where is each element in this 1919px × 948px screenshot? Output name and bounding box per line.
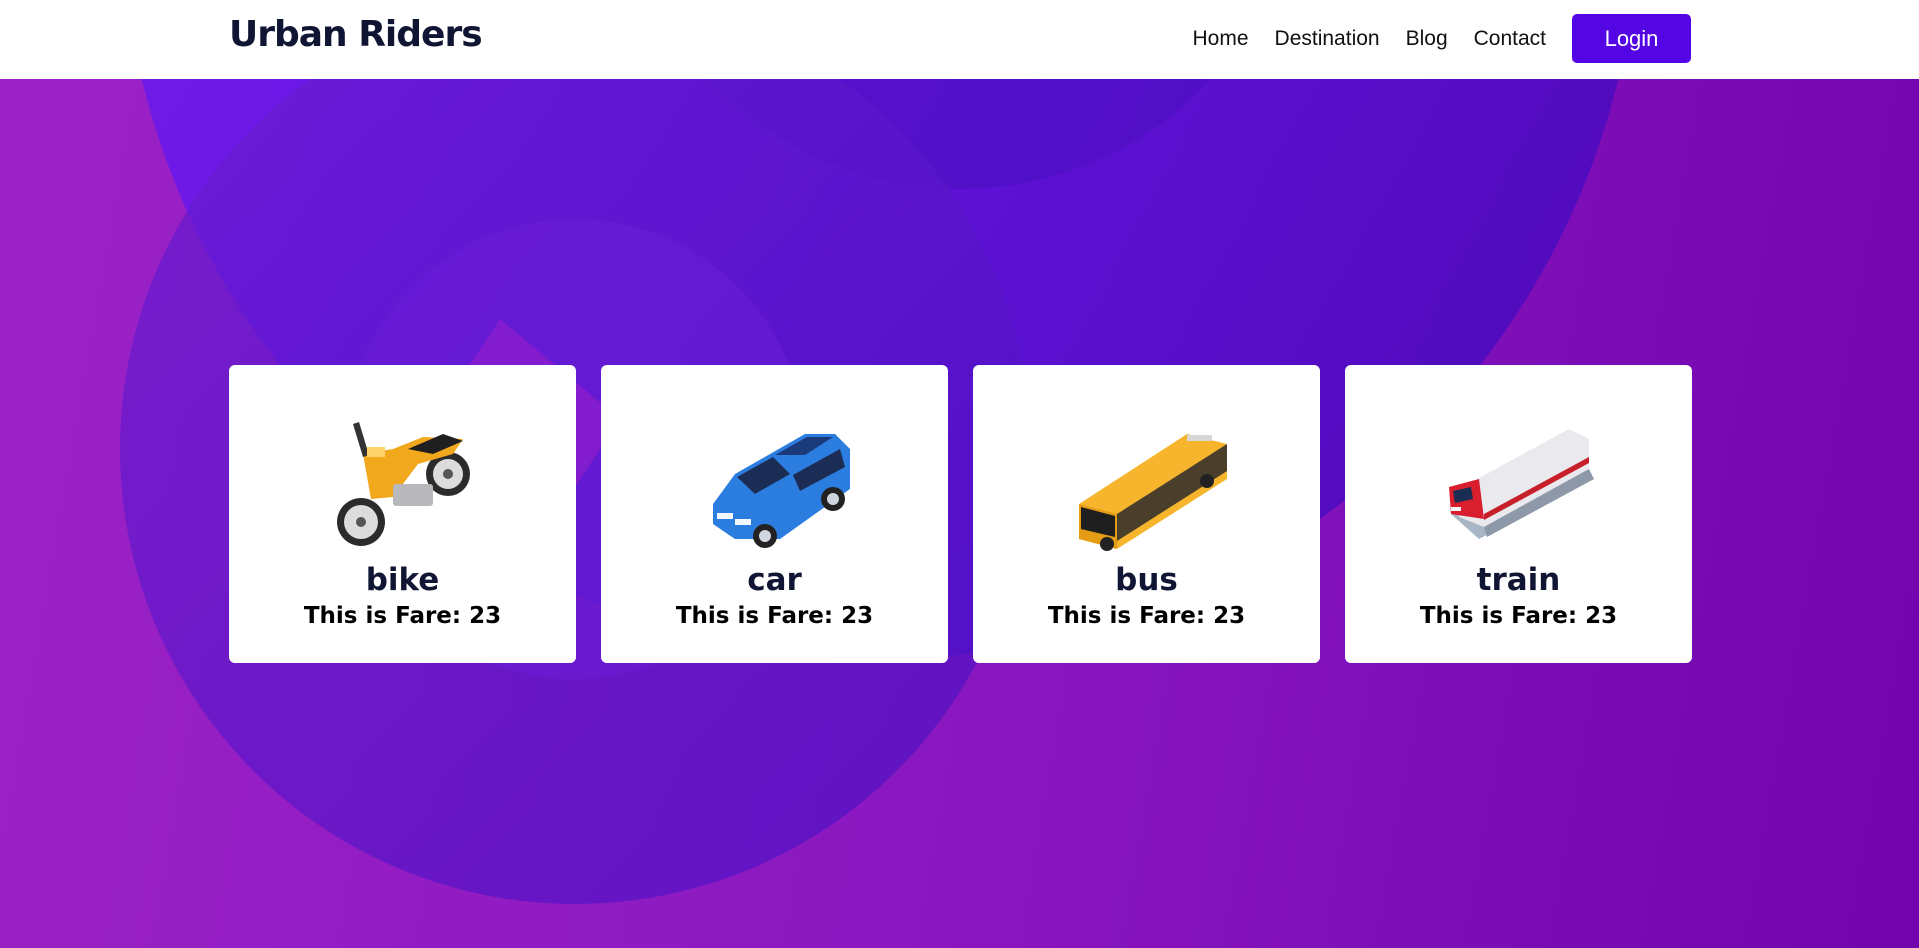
vehicle-fare: This is Fare: 23	[675, 603, 874, 629]
vehicle-card-car[interactable]: car This is Fare: 23	[601, 365, 948, 663]
vehicle-name: train	[1476, 562, 1561, 598]
main-nav: Home Destination Blog Contact Login	[1193, 14, 1691, 63]
nav-contact-link[interactable]: Contact	[1474, 27, 1546, 51]
motorbike-icon	[229, 419, 576, 551]
hero-section: bike This is Fare: 23 car This is Fare: …	[0, 79, 1919, 948]
nav-home-link[interactable]: Home	[1193, 27, 1249, 51]
vehicle-fare: This is Fare: 23	[1047, 603, 1246, 629]
nav-blog-link[interactable]: Blog	[1406, 27, 1448, 51]
vehicle-card-bus[interactable]: bus This is Fare: 23	[973, 365, 1320, 663]
vehicle-card-bike[interactable]: bike This is Fare: 23	[229, 365, 576, 663]
vehicle-fare: This is Fare: 23	[303, 603, 502, 629]
vehicle-name: bike	[365, 562, 440, 598]
vehicle-name: bus	[1115, 562, 1178, 598]
train-icon	[1345, 419, 1692, 551]
vehicle-fare: This is Fare: 23	[1419, 603, 1618, 629]
car-icon	[601, 419, 948, 551]
bus-icon	[973, 419, 1320, 551]
brand-logo[interactable]: Urban Riders	[229, 14, 483, 55]
top-navbar: Urban Riders Home Destination Blog Conta…	[0, 0, 1919, 79]
vehicle-cards: bike This is Fare: 23 car This is Fare: …	[229, 365, 1692, 663]
login-button[interactable]: Login	[1572, 14, 1691, 63]
nav-destination-link[interactable]: Destination	[1275, 27, 1380, 51]
vehicle-name: car	[747, 562, 802, 598]
vehicle-card-train[interactable]: train This is Fare: 23	[1345, 365, 1692, 663]
